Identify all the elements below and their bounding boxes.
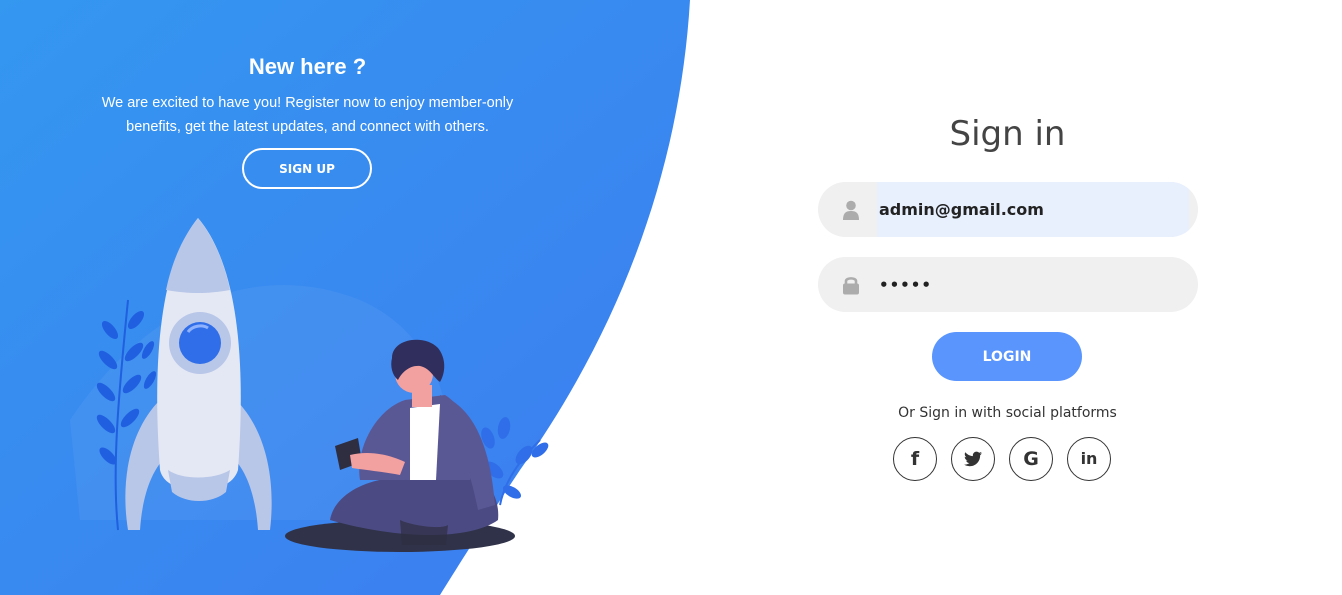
sign-in-form: Sign in LOGIN Or Sign in with social pla… (800, 0, 1215, 595)
social-text: Or Sign in with social platforms (898, 405, 1117, 421)
sign-in-title: Sign in (949, 114, 1066, 154)
rocket-illustration (70, 218, 549, 552)
password-input[interactable] (877, 257, 1189, 312)
email-input[interactable] (877, 182, 1189, 237)
social-media: f G in (893, 437, 1111, 485)
login-button[interactable]: LOGIN (932, 332, 1082, 381)
password-field (818, 257, 1198, 312)
lock-icon (839, 273, 863, 297)
linkedin-icon[interactable]: in (1067, 437, 1111, 481)
left-panel: New here ? We are excited to have you! R… (0, 0, 620, 595)
user-icon (839, 198, 863, 222)
google-icon[interactable]: G (1009, 437, 1053, 481)
facebook-icon[interactable]: f (893, 437, 937, 481)
email-field (818, 182, 1198, 237)
twitter-icon[interactable] (951, 437, 995, 481)
